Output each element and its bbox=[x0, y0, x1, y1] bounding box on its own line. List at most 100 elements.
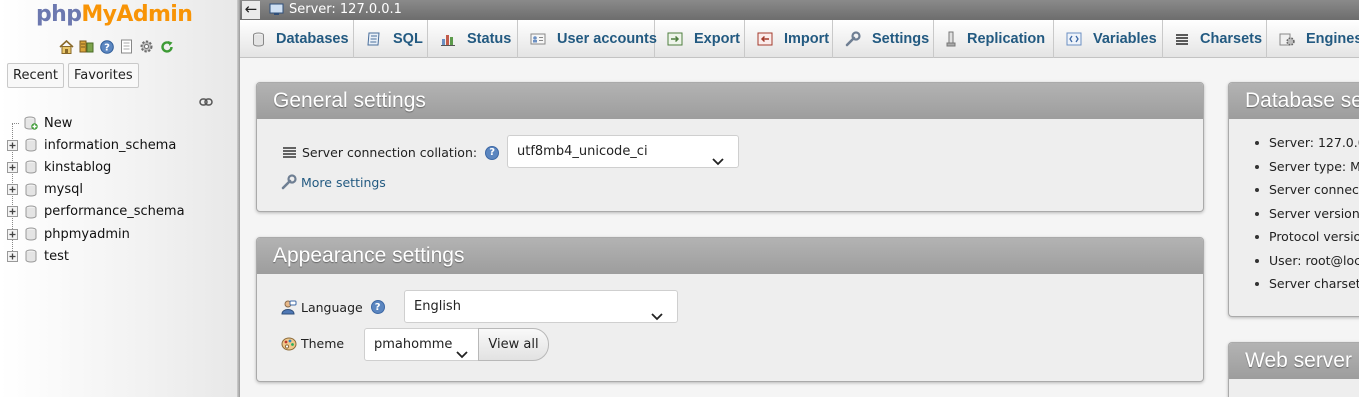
view-all-themes-button[interactable]: View all bbox=[478, 328, 549, 361]
database-tree: New information_schema kinstablog mysql … bbox=[6, 112, 185, 267]
tab-label: Replication bbox=[967, 31, 1046, 47]
expand-icon[interactable] bbox=[6, 161, 19, 174]
tab-label: Databases bbox=[276, 31, 349, 47]
panel-title: General settings bbox=[257, 83, 1203, 119]
database-server-panel: Database se Server: 127.0.0. Server type… bbox=[1228, 82, 1359, 317]
svg-text:?: ? bbox=[104, 42, 110, 53]
tab-settings[interactable]: Settings bbox=[833, 20, 934, 58]
info-item-server: Server: 127.0.0. bbox=[1255, 131, 1359, 155]
info-item-server-version: Server version: bbox=[1255, 202, 1359, 226]
expand-icon[interactable] bbox=[6, 250, 19, 263]
expand-icon[interactable] bbox=[6, 228, 19, 241]
collapse-sidebar-arrow-icon[interactable]: ← bbox=[242, 1, 260, 19]
reload-icon[interactable] bbox=[158, 38, 175, 55]
tree-item-mysql[interactable]: mysql bbox=[6, 179, 185, 201]
logo-php-text: php bbox=[36, 2, 82, 27]
tree-item-label: New bbox=[44, 115, 73, 131]
panel-title: Web server bbox=[1229, 343, 1359, 379]
tab-label: Settings bbox=[872, 31, 930, 47]
theme-select[interactable]: pmahomme bbox=[364, 328, 479, 361]
language-icon bbox=[281, 299, 297, 315]
info-item-server-connection: Server connecti bbox=[1255, 178, 1359, 202]
tree-item-phpmyadmin[interactable]: phpmyadmin bbox=[6, 223, 185, 245]
new-database-icon bbox=[24, 116, 38, 130]
breadcrumb-server[interactable]: Server: 127.0.0.1 bbox=[289, 2, 402, 17]
help-icon[interactable]: ? bbox=[485, 145, 500, 160]
tab-label: Engines bbox=[1306, 31, 1359, 47]
user-accounts-icon bbox=[530, 31, 546, 47]
tab-export[interactable]: Export bbox=[655, 20, 745, 58]
settings-gear-icon[interactable] bbox=[138, 38, 155, 55]
help-icon[interactable]: ? bbox=[370, 300, 385, 314]
import-icon bbox=[757, 31, 773, 47]
database-icon bbox=[25, 160, 37, 174]
expand-icon[interactable] bbox=[6, 183, 19, 196]
tree-item-new[interactable]: New bbox=[6, 112, 185, 134]
link-with-main-panel-icon[interactable] bbox=[199, 95, 213, 110]
chevron-down-icon bbox=[651, 302, 663, 333]
theme-row: Theme bbox=[281, 336, 344, 351]
server-icon bbox=[269, 3, 284, 19]
tab-label: Export bbox=[694, 31, 740, 47]
web-server-panel: Web server bbox=[1228, 342, 1359, 397]
collation-value: utf8mb4_unicode_ci bbox=[517, 144, 648, 159]
help-icon[interactable]: ? bbox=[98, 38, 115, 55]
recent-favorites-tabs: Recent Favorites bbox=[7, 63, 139, 88]
variables-icon bbox=[1066, 31, 1082, 47]
docs-icon[interactable] bbox=[118, 38, 135, 55]
tab-engines[interactable]: Engines bbox=[1267, 20, 1359, 58]
tab-label: Import bbox=[784, 31, 830, 47]
collation-select[interactable]: utf8mb4_unicode_ci bbox=[507, 135, 739, 168]
database-server-info-list: Server: 127.0.0. Server type: Ma Server … bbox=[1255, 131, 1359, 296]
phpmyadmin-logo[interactable]: phpMyAdmin bbox=[36, 2, 193, 27]
database-icon[interactable] bbox=[78, 38, 95, 55]
theme-label: Theme bbox=[301, 336, 345, 351]
info-item-server-charset: Server charset: bbox=[1255, 272, 1359, 296]
recent-tab[interactable]: Recent bbox=[7, 63, 64, 88]
database-icon bbox=[25, 205, 37, 219]
database-icon bbox=[252, 31, 265, 47]
favorites-tab[interactable]: Favorites bbox=[67, 63, 139, 88]
tab-sql[interactable]: SQL bbox=[354, 20, 428, 58]
tree-item-test[interactable]: test bbox=[6, 245, 185, 267]
collation-row: Server connection collation: ? bbox=[283, 145, 500, 160]
language-label: Language bbox=[301, 299, 363, 315]
sql-icon bbox=[366, 31, 382, 47]
tab-import[interactable]: Import bbox=[745, 20, 833, 58]
more-settings-link[interactable]: More settings bbox=[281, 174, 386, 190]
sidebar-quick-icons: ? bbox=[58, 38, 175, 55]
general-settings-panel: General settings Server connection colla… bbox=[256, 82, 1204, 212]
tab-label: Status bbox=[467, 31, 512, 47]
tab-label: User accounts bbox=[557, 31, 657, 47]
tab-databases[interactable]: Databases bbox=[240, 20, 354, 58]
expand-icon[interactable] bbox=[6, 139, 19, 152]
tab-user-accounts[interactable]: User accounts bbox=[518, 20, 657, 58]
chevron-down-icon bbox=[712, 147, 724, 178]
status-chart-icon bbox=[440, 31, 456, 47]
info-item-protocol-version: Protocol version bbox=[1255, 225, 1359, 249]
tab-replication[interactable]: Replication bbox=[934, 20, 1054, 58]
more-settings-label: More settings bbox=[301, 174, 386, 190]
tab-charsets[interactable]: Charsets bbox=[1163, 20, 1267, 58]
tree-connector bbox=[6, 117, 19, 130]
tree-item-information-schema[interactable]: information_schema bbox=[6, 134, 185, 156]
export-icon bbox=[667, 31, 683, 47]
info-item-user: User: root@loca bbox=[1255, 249, 1359, 273]
tab-label: SQL bbox=[393, 31, 423, 47]
theme-value: pmahomme bbox=[374, 337, 453, 352]
wrench-icon bbox=[845, 31, 861, 47]
language-select[interactable]: English bbox=[404, 290, 678, 323]
tab-status[interactable]: Status bbox=[428, 20, 518, 58]
tree-item-label: test bbox=[44, 248, 69, 264]
tree-item-kinstablog[interactable]: kinstablog bbox=[6, 156, 185, 178]
collation-list-icon bbox=[283, 147, 296, 158]
expand-icon[interactable] bbox=[6, 205, 19, 218]
tree-item-label: information_schema bbox=[44, 137, 177, 153]
tree-item-performance-schema[interactable]: performance_schema bbox=[6, 201, 185, 223]
tab-variables[interactable]: Variables bbox=[1054, 20, 1163, 58]
logo-myadmin-text: MyAdmin bbox=[81, 2, 193, 27]
home-icon[interactable] bbox=[58, 38, 75, 55]
server-breadcrumb-bar: ← Server: 127.0.0.1 bbox=[240, 0, 1359, 20]
database-icon bbox=[25, 183, 37, 197]
chevron-down-icon bbox=[456, 340, 468, 371]
